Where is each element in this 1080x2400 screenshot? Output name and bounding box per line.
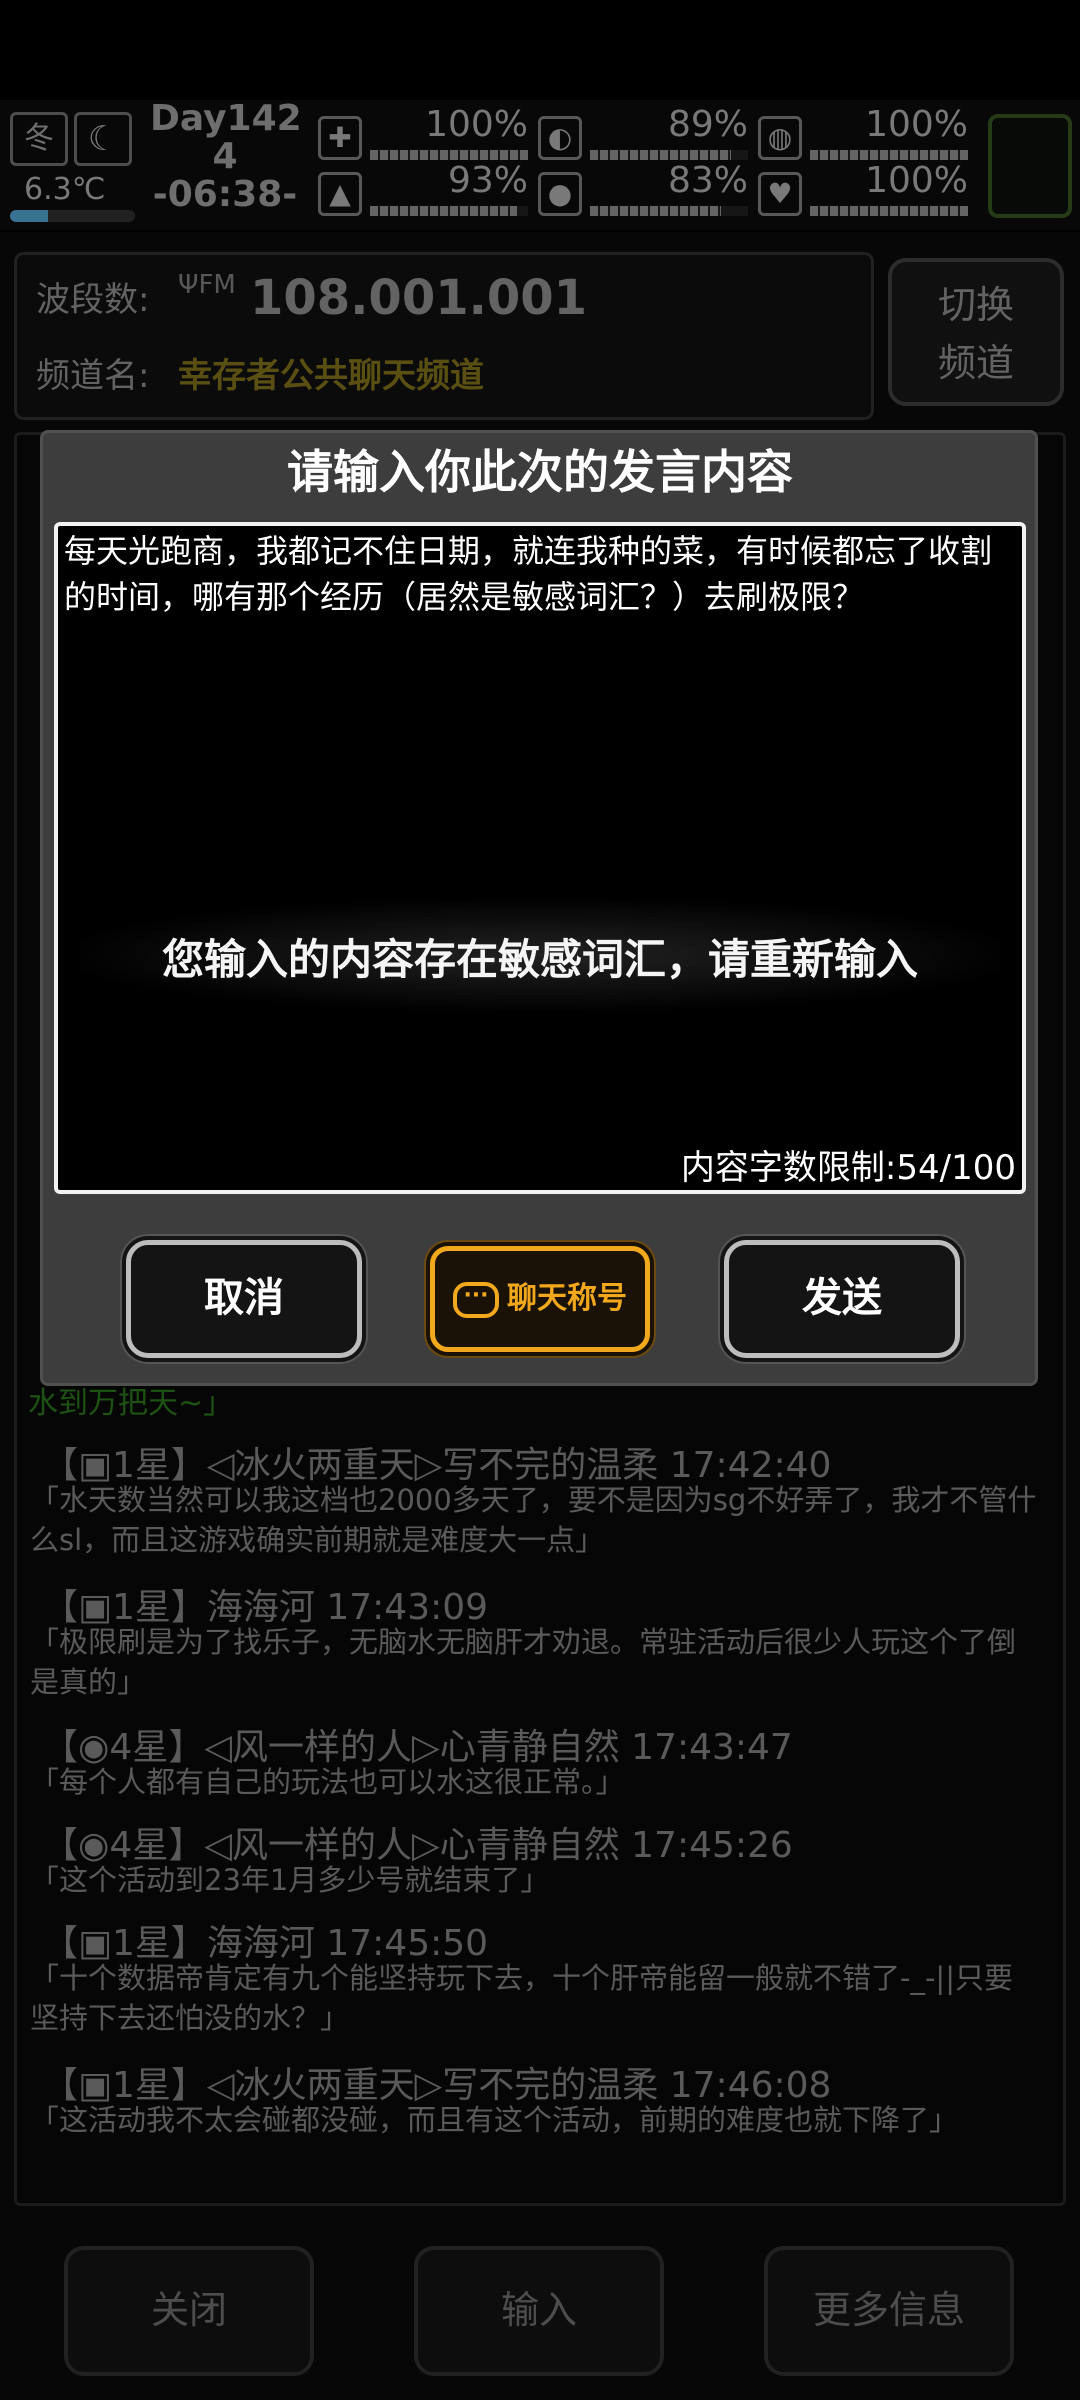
message-text[interactable]: 每天光跑商，我都记不住日期，就连我种的菜，有时候都忘了收割的时间，哪有那个经历（… xyxy=(64,528,1014,620)
dialog-title: 请输入你此次的发言内容 xyxy=(287,445,793,499)
send-button[interactable]: 发送 xyxy=(724,1240,960,1358)
error-toast-text: 您输入的内容存在敏感词汇，请重新输入 xyxy=(161,935,918,984)
char-count: 内容字数限制:54/100 xyxy=(680,1148,1016,1188)
chat-bubble-icon: ··· xyxy=(453,1281,499,1318)
cancel-button[interactable]: 取消 xyxy=(126,1240,362,1358)
message-textarea[interactable] xyxy=(54,522,1026,1194)
chat-nickname-button[interactable]: ··· 聊天称号 xyxy=(430,1246,650,1352)
